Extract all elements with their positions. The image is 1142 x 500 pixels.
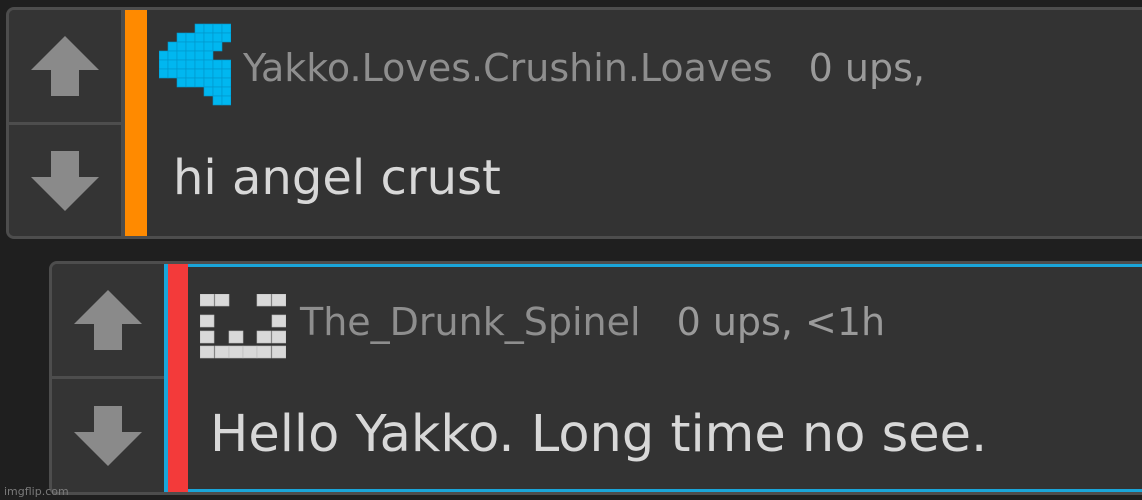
arrow-down-icon: [74, 405, 142, 466]
comment-meta: Yakko.Loves.Crushin.Loaves 0 ups,: [243, 46, 925, 90]
comment-body: Yakko.Loves.Crushin.Loaves 0 ups, hi ange…: [147, 10, 1142, 236]
comment-body: The_Drunk_Spinel 0 ups, <1h Hello Yakko. …: [188, 264, 1142, 492]
comment-meta: The_Drunk_Spinel 0 ups, <1h: [300, 300, 885, 344]
comment-stats: 0 ups,: [808, 46, 925, 90]
comment-reply: The_Drunk_Spinel 0 ups, <1h Hello Yakko. …: [49, 261, 1142, 495]
user-avatar[interactable]: [159, 22, 231, 110]
arrow-up-icon: [74, 290, 142, 350]
upvote-button[interactable]: [9, 10, 121, 122]
username-link[interactable]: The_Drunk_Spinel: [300, 300, 641, 344]
user-avatar[interactable]: [200, 294, 286, 364]
downvote-button[interactable]: [52, 379, 164, 492]
comment-text: Hello Yakko. Long time no see.: [210, 405, 988, 464]
thread-depth-bar: [168, 264, 188, 492]
watermark: imgflip.com: [4, 485, 69, 498]
comment-thread: Yakko.Loves.Crushin.Loaves 0 ups, hi ange…: [0, 0, 1142, 500]
downvote-button[interactable]: [9, 125, 121, 236]
vote-column: [52, 264, 164, 492]
comment-text: hi angel crust: [173, 150, 501, 206]
arrow-down-icon: [31, 150, 99, 211]
comment-stats: 0 ups, <1h: [676, 300, 886, 344]
upvote-button[interactable]: [52, 264, 164, 376]
comment: Yakko.Loves.Crushin.Loaves 0 ups, hi ange…: [6, 7, 1142, 239]
arrow-up-icon: [31, 36, 99, 96]
vote-column: [9, 10, 121, 236]
username-link[interactable]: Yakko.Loves.Crushin.Loaves: [243, 46, 773, 90]
thread-depth-bar: [125, 10, 147, 236]
